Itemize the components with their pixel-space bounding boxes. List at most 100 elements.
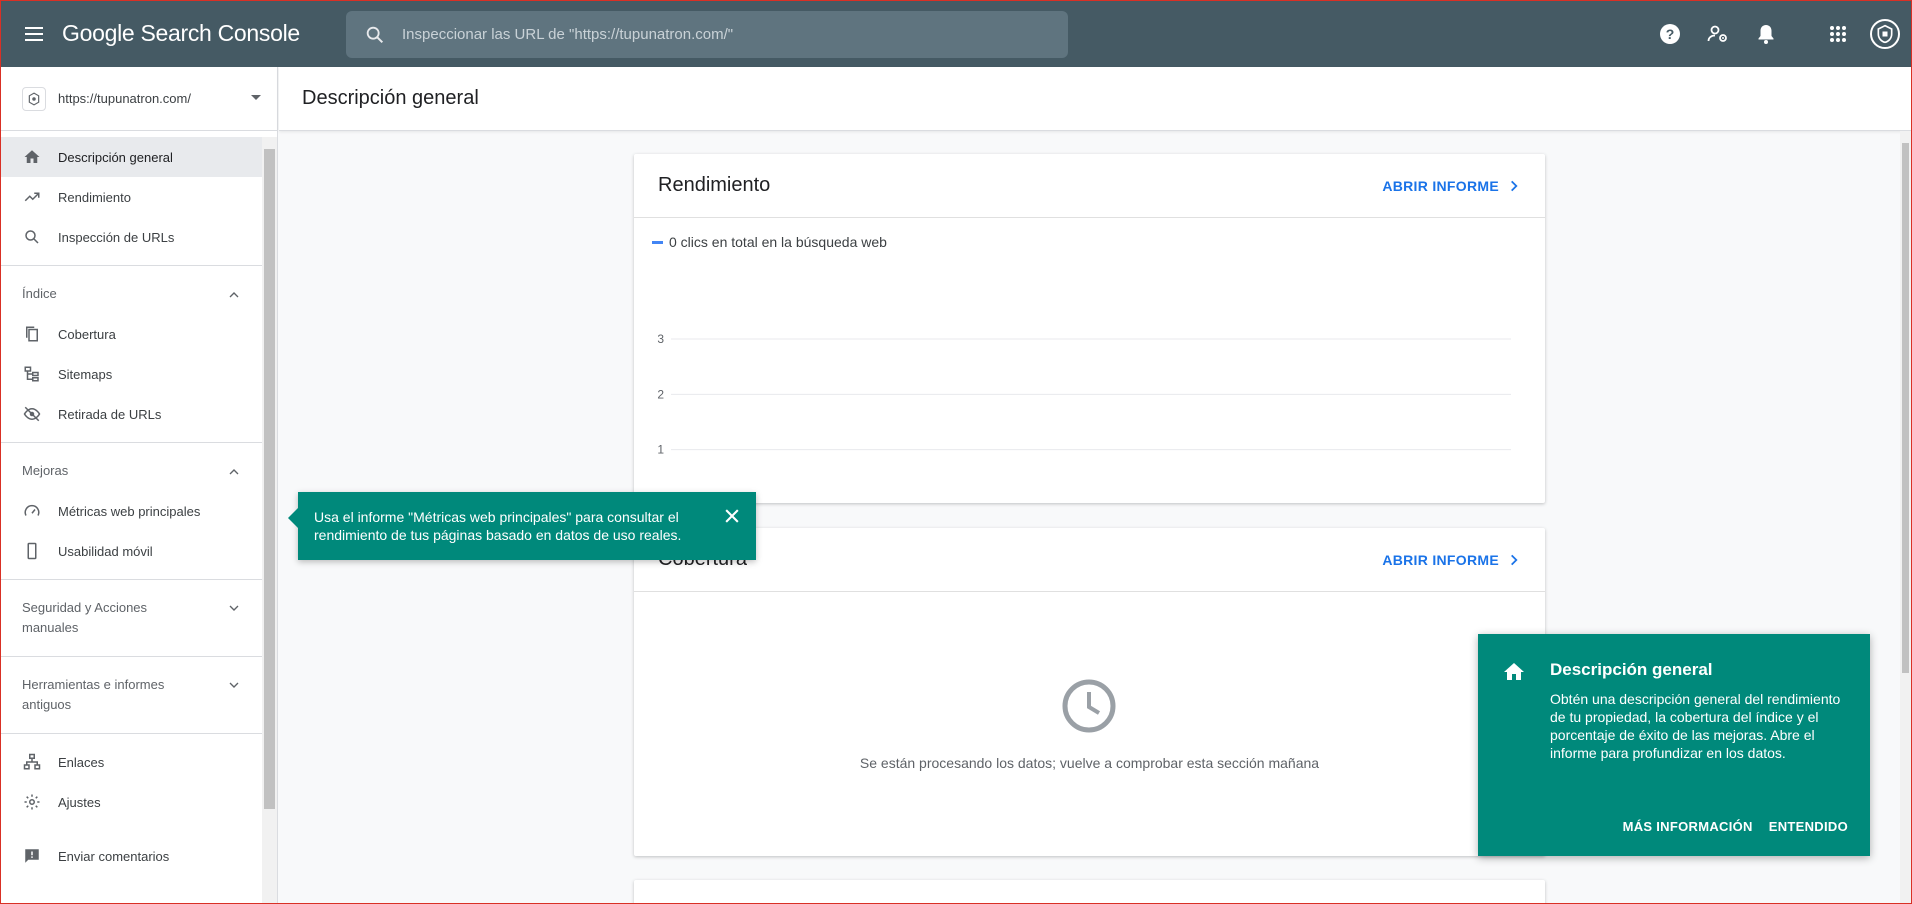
visibility-off-icon	[22, 404, 42, 424]
sidebar: https://tupunatron.com/ Descripción gene…	[0, 67, 278, 904]
sidebar-item-sitemaps[interactable]: Sitemaps	[0, 354, 262, 394]
y-tick-label: 3	[657, 332, 664, 346]
tooltip-text: Usa el informe "Métricas web principales…	[314, 509, 682, 543]
section-label: Mejoras	[22, 463, 69, 478]
property-icon	[22, 86, 46, 111]
help-icon: ?	[1660, 23, 1680, 44]
divider	[0, 656, 262, 657]
trending-up-icon	[22, 187, 42, 207]
panel-body: Obtén una descripción general del rendim…	[1550, 691, 1841, 761]
divider	[0, 265, 262, 266]
chevron-up-icon	[229, 469, 239, 475]
bell-icon	[1758, 24, 1774, 44]
sidebar-item-overview[interactable]: Descripción general	[0, 137, 262, 177]
speed-gauge-icon	[22, 501, 42, 521]
page-scrollbar[interactable]	[1900, 131, 1911, 904]
dropdown-arrow-icon[interactable]	[251, 95, 261, 100]
home-icon	[22, 147, 42, 167]
divider	[0, 579, 262, 580]
apps-grid-icon	[1830, 25, 1846, 42]
sidebar-item-label: Enviar comentarios	[58, 848, 170, 864]
main-menu-button[interactable]	[22, 22, 46, 46]
card-title: Rendimiento	[658, 174, 771, 196]
page-header: Descripción general	[279, 67, 1911, 131]
sidebar-item-label: Enlaces	[58, 754, 105, 770]
section-label: Herramientas e informes antiguos	[22, 677, 165, 712]
got-it-button[interactable]: ENTENDIDO	[1769, 819, 1848, 834]
search-icon	[22, 227, 42, 247]
gear-icon	[22, 792, 42, 812]
page-scroll-thumb[interactable]	[1902, 143, 1909, 673]
property-selector[interactable]: https://tupunatron.com/	[0, 67, 277, 131]
sidebar-item-label: Sitemaps	[58, 366, 113, 382]
help-button[interactable]: ?	[1646, 10, 1694, 58]
sidebar-item-label: Cobertura	[58, 326, 116, 342]
chart-legend[interactable]: 0 clics en total en la búsqueda web	[652, 234, 887, 250]
open-report-label: ABRIR INFORME	[1382, 551, 1499, 568]
sidebar-nav: Descripción general Rendimiento Inspecci…	[0, 137, 262, 876]
app-title[interactable]: Google Search Console	[62, 20, 300, 47]
sidebar-item-label: Inspección de URLs	[58, 229, 175, 245]
panel-title: Descripción general	[1550, 660, 1713, 679]
sidebar-item-label: Usabilidad móvil	[58, 543, 153, 559]
section-legacy-header[interactable]: Herramientas e informes antiguos	[0, 665, 262, 725]
sidebar-item-label: Ajustes	[58, 794, 101, 810]
sidebar-item-label: Métricas web principales	[58, 503, 201, 519]
apps-button[interactable]	[1814, 10, 1862, 58]
y-tick-label: 2	[657, 387, 664, 401]
section-label: Seguridad y Acciones manuales	[22, 600, 148, 635]
sidebar-item-label: Retirada de URLs	[58, 406, 162, 422]
section-security-header[interactable]: Seguridad y Acciones manuales	[0, 588, 262, 648]
sidebar-item-core-web-vitals[interactable]: Métricas web principales	[0, 491, 262, 531]
search-icon	[366, 26, 384, 43]
users-settings-button[interactable]	[1694, 10, 1742, 58]
sidebar-item-coverage[interactable]: Cobertura	[0, 314, 262, 354]
top-bar: Google Search Console ?	[0, 0, 1912, 67]
sidebar-scroll-thumb[interactable]	[264, 149, 275, 809]
svg-text:?: ?	[1666, 26, 1675, 42]
legend-label: 0 clics en total en la búsqueda web	[669, 234, 887, 250]
chevron-up-icon	[229, 292, 239, 298]
sidebar-item-settings[interactable]: Ajustes	[0, 782, 262, 822]
account-avatar[interactable]	[1870, 18, 1900, 49]
page-title: Descripción general	[302, 87, 479, 109]
chevron-right-icon	[1511, 180, 1518, 191]
chevron-down-icon	[229, 682, 239, 688]
processing-message: Se están procesando los datos; vuelve a …	[859, 755, 1320, 771]
sidebar-item-url-inspection[interactable]: Inspección de URLs	[0, 217, 262, 257]
copy-pages-icon	[22, 324, 42, 344]
core-web-vitals-tooltip: Usa el informe "Métricas web principales…	[288, 492, 756, 560]
clock-icon	[1062, 679, 1116, 733]
y-tick-label: 1	[657, 443, 664, 457]
section-index-header[interactable]: Índice	[0, 274, 262, 314]
smartphone-icon	[22, 541, 42, 561]
chevron-down-icon	[229, 605, 239, 611]
next-card	[634, 880, 1545, 904]
sidebar-item-label: Rendimiento	[58, 189, 131, 205]
home-icon	[1504, 663, 1524, 680]
overview-info-panel: Descripción general Obtén una descripció…	[1478, 634, 1870, 856]
performance-card: Rendimiento ABRIR INFORME 0 clics en tot…	[634, 154, 1545, 503]
coverage-card: Cobertura ABRIR INFORME Se están procesa…	[634, 528, 1545, 856]
url-inspection-search[interactable]	[346, 11, 1068, 58]
sidebar-item-removals[interactable]: Retirada de URLs	[0, 394, 262, 434]
sitemap-icon	[22, 364, 42, 384]
section-enhancements-header[interactable]: Mejoras	[0, 451, 262, 491]
open-coverage-report-button[interactable]: ABRIR INFORME	[1382, 552, 1521, 568]
links-tree-icon	[22, 752, 42, 772]
sidebar-item-links[interactable]: Enlaces	[0, 742, 262, 782]
learn-more-button[interactable]: MÁS INFORMACIÓN	[1623, 819, 1753, 834]
sidebar-item-label: Descripción general	[58, 149, 173, 165]
notifications-button[interactable]	[1742, 10, 1790, 58]
close-icon[interactable]	[722, 506, 742, 526]
open-performance-report-button[interactable]: ABRIR INFORME	[1382, 178, 1521, 194]
open-report-label: ABRIR INFORME	[1382, 177, 1499, 194]
sidebar-item-performance[interactable]: Rendimiento	[0, 177, 262, 217]
divider	[0, 442, 262, 443]
sidebar-item-feedback[interactable]: Enviar comentarios	[0, 836, 262, 876]
sidebar-item-mobile-usability[interactable]: Usabilidad móvil	[0, 531, 262, 571]
property-url: https://tupunatron.com/	[58, 91, 191, 106]
feedback-icon	[22, 846, 42, 866]
divider	[0, 733, 262, 734]
search-input[interactable]	[402, 26, 1002, 43]
